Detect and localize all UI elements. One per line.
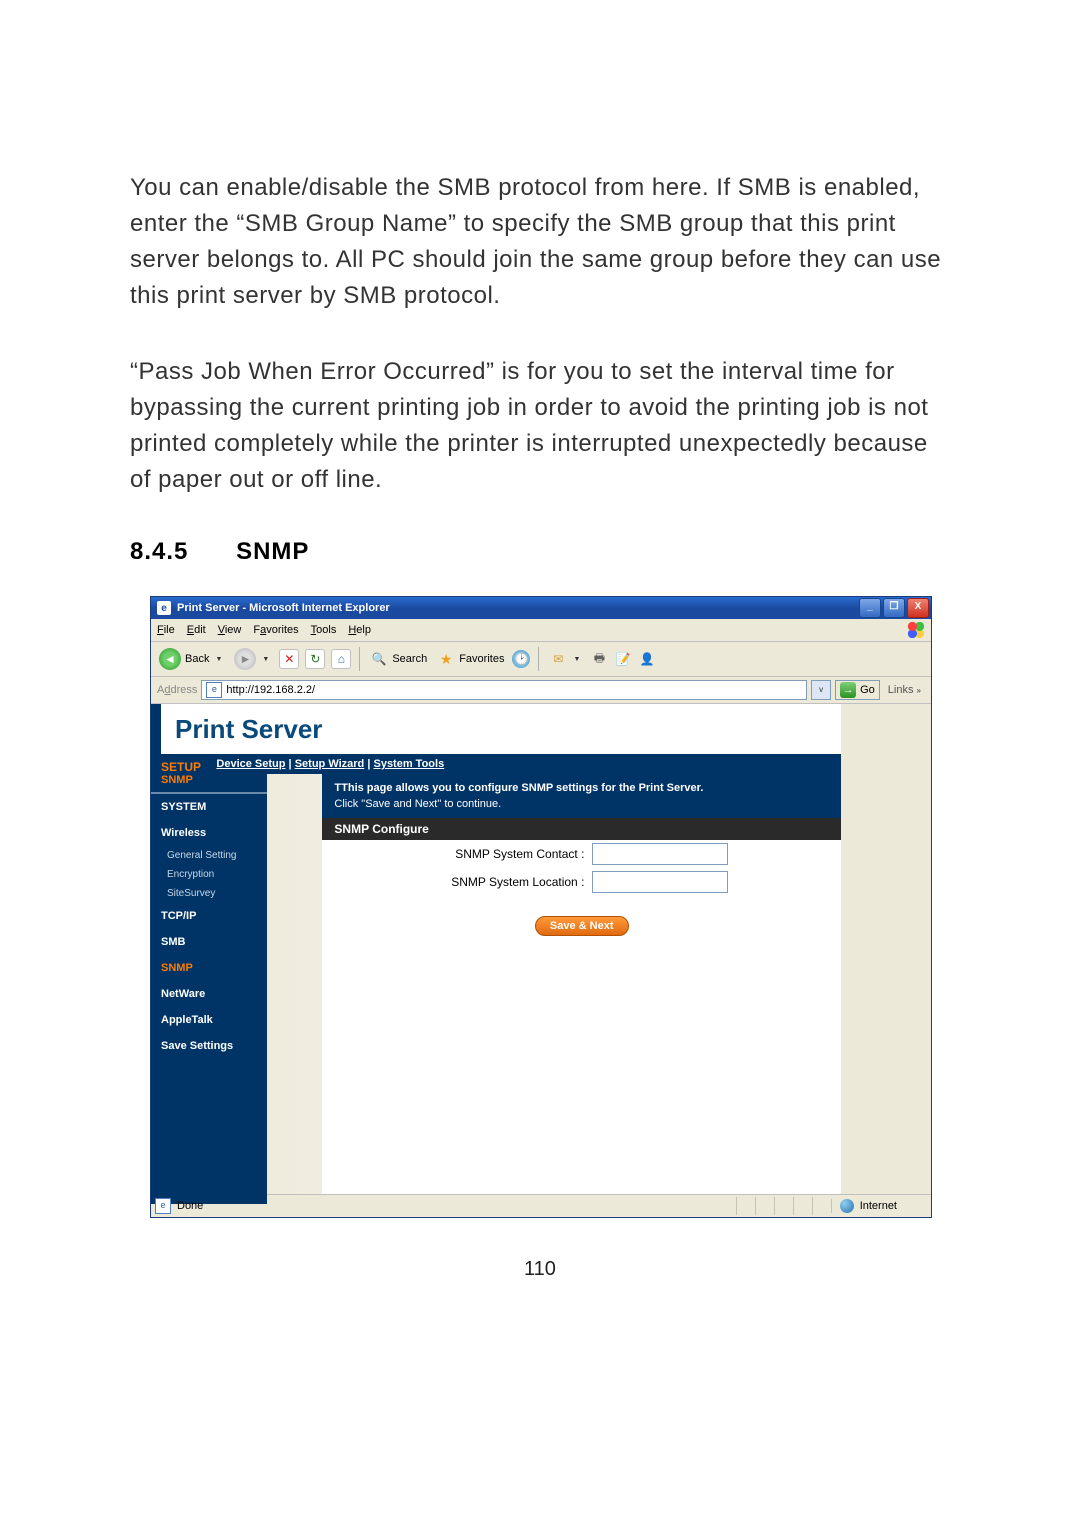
sidebar-item-smb[interactable]: SMB	[151, 929, 267, 955]
sidebar-item-general-setting[interactable]: General Setting	[151, 846, 267, 865]
history-icon[interactable]: 🕑	[512, 650, 530, 668]
favorites-button[interactable]: ★ Favorites	[435, 648, 506, 670]
stop-icon[interactable]: ✕	[279, 649, 299, 669]
star-icon: ★	[437, 650, 455, 668]
status-text: Done	[177, 1200, 203, 1212]
messenger-icon[interactable]: 👤	[638, 650, 656, 668]
toolbar: ◄ Back ▼ ► ▼ ✕ ↻ ⌂ 🔍 Search ★ Favorites …	[151, 642, 931, 677]
menu-view[interactable]: View	[218, 624, 242, 636]
go-arrow-icon: →	[840, 682, 856, 698]
menu-tools[interactable]: Tools	[311, 624, 337, 636]
menubar: File Edit View Favorites Tools Help	[151, 619, 931, 642]
panel-header: SNMP Configure	[322, 818, 841, 840]
sidebar-item-wireless[interactable]: Wireless	[151, 820, 267, 846]
zone-text: Internet	[860, 1200, 897, 1212]
tab-setup-wizard[interactable]: Setup Wizard	[295, 758, 365, 770]
heading-title: SNMP	[236, 538, 309, 565]
status-bar: e Done Internet	[151, 1194, 931, 1217]
heading-number: 8.4.5	[130, 538, 188, 565]
menu-favorites[interactable]: Favorites	[253, 624, 298, 636]
maximize-button[interactable]: ❐	[883, 598, 905, 618]
snmp-contact-input[interactable]	[592, 843, 728, 865]
search-icon: 🔍	[370, 650, 388, 668]
address-dropdown-icon[interactable]: v	[811, 680, 831, 700]
sidebar-item-tcpip[interactable]: TCP/IP	[151, 903, 267, 929]
main-panel: Device Setup | Setup Wizard | System Too…	[322, 704, 841, 1194]
refresh-icon[interactable]: ↻	[305, 649, 325, 669]
chevron-right-icon: »	[917, 686, 921, 695]
ie-icon: e	[157, 601, 171, 615]
snmp-location-input[interactable]	[592, 871, 728, 893]
page-number: 110	[130, 1258, 950, 1281]
right-gutter	[841, 704, 931, 1194]
sidebar-item-snmp[interactable]: SNMP	[151, 955, 267, 981]
window-title: Print Server - Microsoft Internet Explor…	[177, 602, 390, 614]
menu-edit[interactable]: Edit	[187, 624, 206, 636]
back-icon: ◄	[159, 648, 181, 670]
address-bar: Address e http://192.168.2.2/ v → Go Lin…	[151, 677, 931, 704]
sidebar-item-sitesurvey[interactable]: SiteSurvey	[151, 884, 267, 903]
snmp-location-label: SNMP System Location :	[334, 875, 592, 889]
minimize-button[interactable]: _	[859, 598, 881, 618]
edit-icon[interactable]: 📝	[614, 650, 632, 668]
tab-system-tools[interactable]: System Tools	[373, 758, 444, 770]
chevron-down-icon[interactable]: ▼	[213, 656, 224, 663]
sidebar-item-encryption[interactable]: Encryption	[151, 865, 267, 884]
mail-button[interactable]: ✉ ▼	[547, 648, 584, 670]
chevron-down-icon[interactable]: ▼	[260, 656, 271, 663]
page-icon: e	[206, 682, 222, 698]
print-icon[interactable]: 🖶	[590, 650, 608, 668]
address-input[interactable]: e http://192.168.2.2/	[201, 680, 807, 700]
menu-file[interactable]: File	[157, 624, 175, 636]
sidebar-item-netware[interactable]: NetWare	[151, 981, 267, 1007]
forward-button[interactable]: ► ▼	[232, 646, 273, 672]
mail-icon: ✉	[549, 650, 567, 668]
section-heading: 8.4.5 SNMP	[130, 538, 950, 566]
sidebar-item-save-settings[interactable]: Save Settings	[151, 1033, 267, 1059]
paragraph-1: You can enable/disable the SMB protocol …	[130, 170, 950, 314]
back-button[interactable]: ◄ Back ▼	[157, 646, 226, 672]
sidebar-item-appletalk[interactable]: AppleTalk	[151, 1007, 267, 1033]
snmp-contact-label: SNMP System Contact :	[334, 847, 592, 861]
paragraph-2: “Pass Job When Error Occurred” is for yo…	[130, 354, 950, 498]
panel-description-1: TThis page allows you to configure SNMP …	[334, 782, 703, 794]
search-button[interactable]: 🔍 Search	[368, 648, 429, 670]
tab-device-setup[interactable]: Device Setup	[216, 758, 285, 770]
sidebar: SETUP SNMP SYSTEM Wireless General Setti…	[151, 754, 267, 1204]
page-icon: e	[155, 1198, 171, 1214]
go-button[interactable]: → Go	[835, 680, 880, 700]
windows-flag-icon	[907, 621, 925, 639]
sidebar-item-system[interactable]: SYSTEM	[151, 794, 267, 820]
links-button[interactable]: Links »	[884, 684, 925, 696]
titlebar: e Print Server - Microsoft Internet Expl…	[151, 597, 931, 619]
app-logo: Print Server	[161, 714, 322, 745]
menu-help[interactable]: Help	[348, 624, 371, 636]
forward-icon: ►	[234, 648, 256, 670]
sidebar-sub: SNMP	[151, 774, 267, 794]
close-button[interactable]: X	[907, 598, 929, 618]
ie-window: e Print Server - Microsoft Internet Expl…	[150, 596, 932, 1218]
globe-icon	[840, 1199, 854, 1213]
chevron-down-icon[interactable]: ▼	[571, 656, 582, 663]
url-text: http://192.168.2.2/	[226, 684, 315, 696]
address-label: Address	[157, 684, 197, 696]
save-next-button[interactable]: Save & Next	[535, 916, 629, 936]
home-icon[interactable]: ⌂	[331, 649, 351, 669]
panel-description-2: Click "Save and Next" to continue.	[334, 798, 829, 810]
